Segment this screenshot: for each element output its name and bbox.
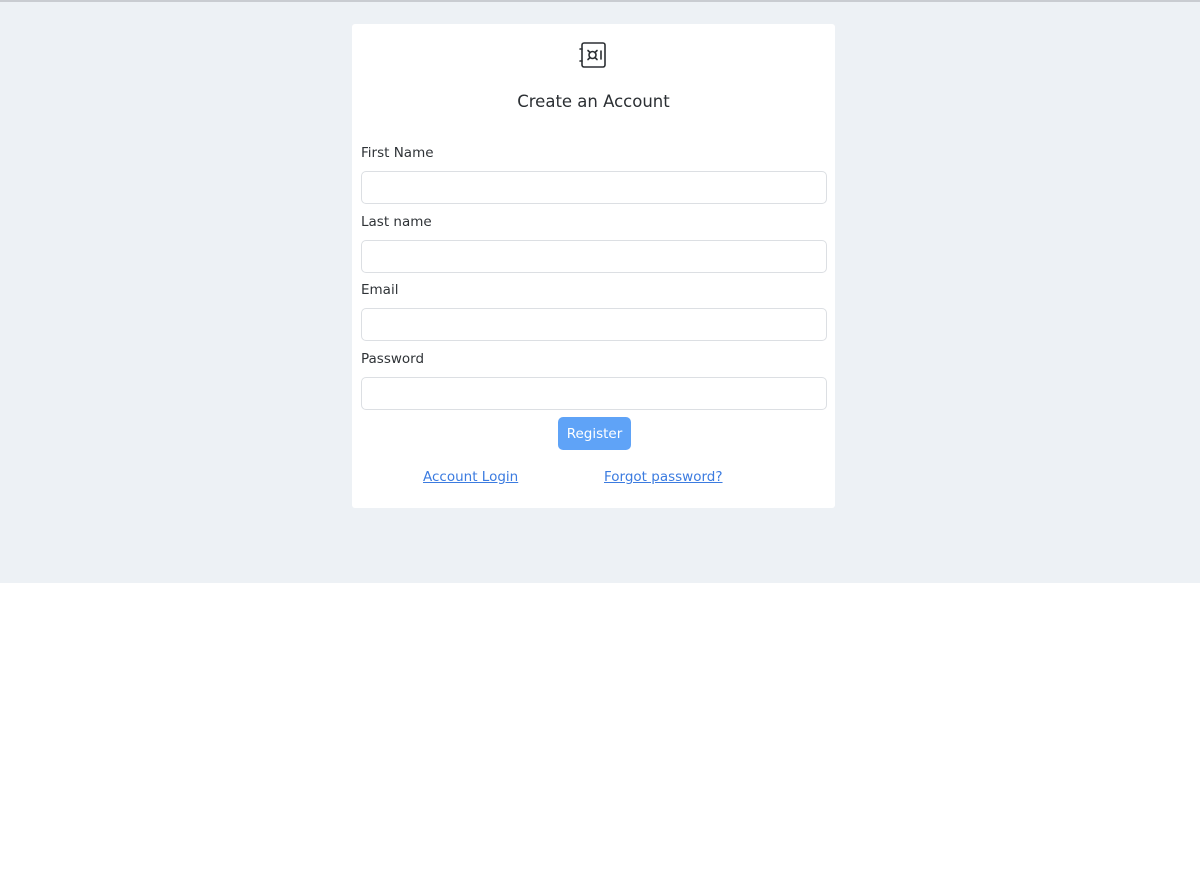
first-name-input[interactable] xyxy=(361,171,827,204)
password-label: Password xyxy=(361,351,425,367)
forgot-password-link[interactable]: Forgot password? xyxy=(604,469,723,485)
register-button[interactable]: Register xyxy=(558,417,631,450)
register-card: Create an Account First Name Last name E… xyxy=(352,24,835,508)
account-login-link[interactable]: Account Login xyxy=(423,469,518,485)
email-input[interactable] xyxy=(361,308,827,341)
password-input[interactable] xyxy=(361,377,827,410)
safe-icon xyxy=(578,40,609,71)
page-title: Create an Account xyxy=(517,92,670,111)
email-label: Email xyxy=(361,282,399,298)
last-name-label: Last name xyxy=(361,214,432,230)
last-name-input[interactable] xyxy=(361,240,827,273)
first-name-label: First Name xyxy=(361,145,434,161)
